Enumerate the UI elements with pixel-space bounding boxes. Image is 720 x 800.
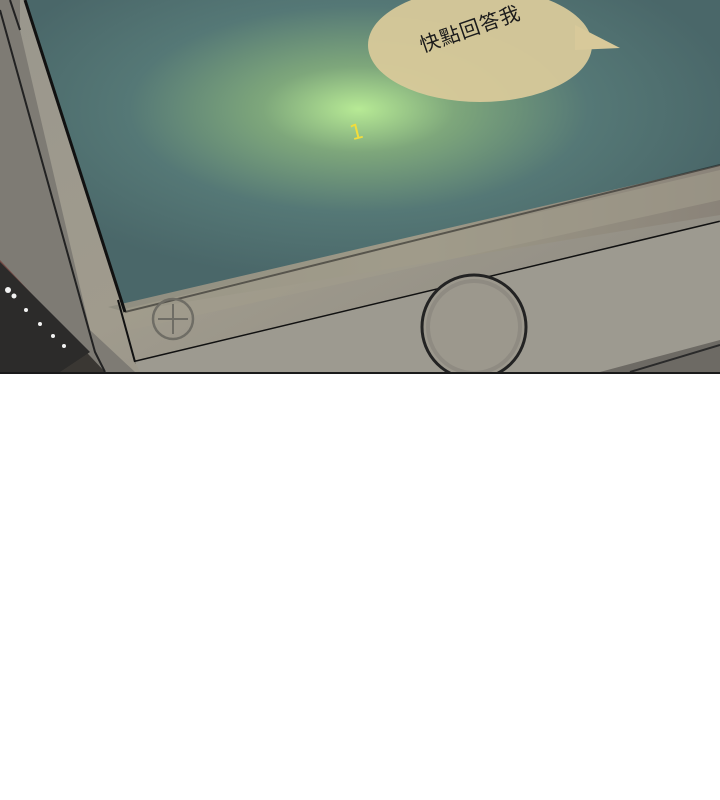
- comic-panel: 快點回答我 1: [0, 0, 720, 374]
- phone-illustration: [0, 0, 720, 372]
- home-button-icon[interactable]: [420, 273, 528, 372]
- blank-area: [0, 374, 720, 800]
- plus-icon[interactable]: [151, 297, 195, 341]
